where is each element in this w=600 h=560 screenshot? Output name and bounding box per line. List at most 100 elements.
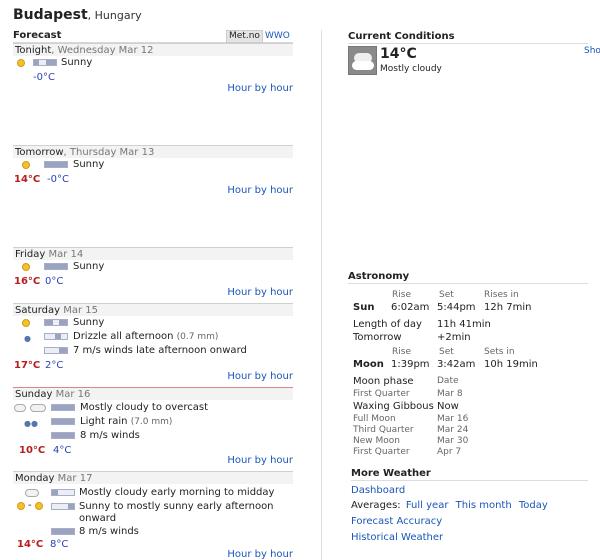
day-date: , Thursday Mar 13 — [63, 147, 155, 158]
set-col-header: Set — [439, 290, 454, 300]
length-of-day-value: 11h 41min — [437, 319, 491, 330]
hour-by-hour-link[interactable]: Hour by hour — [227, 83, 293, 94]
sky-bar — [33, 59, 57, 66]
wind-bar — [51, 432, 75, 439]
sun-icon — [22, 319, 30, 327]
day-name: Sunday — [15, 389, 53, 400]
divider — [351, 480, 588, 481]
day-name: Monday — [15, 473, 55, 484]
hour-by-hour-link[interactable]: Hour by hour — [227, 371, 293, 382]
sets-in-col-header: Sets in — [484, 347, 515, 357]
moon-rise: 1:39pm — [391, 359, 430, 370]
day-header: Saturday Mar 15 — [13, 303, 293, 316]
current-phase-date: Now — [437, 401, 459, 412]
divider — [348, 283, 588, 284]
day-date: , Wednesday Mar 12 — [51, 45, 154, 56]
forecast-accuracy-link[interactable]: Forecast Accuracy — [351, 516, 442, 527]
cloud-icon — [25, 489, 39, 497]
raindrops-icon: ●● — [24, 419, 38, 428]
low-temp: 0°C — [45, 276, 64, 287]
current-temp: 14°C — [380, 46, 417, 62]
phase-date: Mar 8 — [437, 389, 463, 399]
moon-set-col-header: Set — [439, 347, 454, 357]
rain-bar — [44, 333, 68, 340]
rise-col-header: Rise — [392, 290, 411, 300]
condition-text: Sunny — [73, 159, 105, 170]
sun-bar — [51, 503, 75, 510]
column-divider — [321, 30, 322, 560]
forecast-day-friday: Friday Mar 14 Sunny 16°C 0°C Hour by hou… — [13, 247, 293, 302]
current-phase-name: Waxing Gibbous — [353, 401, 434, 412]
hour-by-hour-link[interactable]: Hour by hour — [227, 549, 293, 560]
condition-text-3: onward — [79, 513, 117, 524]
sun-label: Sun — [353, 302, 375, 313]
hour-by-hour-link[interactable]: Hour by hour — [227, 185, 293, 196]
dash-glyph: - — [28, 500, 32, 511]
more-weather-heading: More Weather — [351, 468, 431, 479]
forecast-day-saturday: Saturday Mar 15 Sunny ● Drizzle all afte… — [13, 303, 293, 387]
moon-phase-label: Moon phase — [353, 376, 414, 387]
day-date: Mar 16 — [52, 389, 91, 400]
city-name: Budapest — [13, 7, 88, 23]
high-temp: 14°C — [17, 539, 44, 550]
day-header: Tonight, Wednesday Mar 12 — [13, 43, 293, 56]
day-header: Sunday Mar 16 — [13, 387, 293, 400]
historical-weather-link[interactable]: Historical Weather — [351, 532, 443, 543]
hour-by-hour-link[interactable]: Hour by hour — [227, 455, 293, 466]
low-temp: 4°C — [53, 445, 72, 456]
day-header: Monday Mar 17 — [13, 471, 293, 484]
sun-icon — [17, 502, 25, 510]
moon-rise-col-header: Rise — [392, 347, 411, 357]
partly-sunny-icon — [35, 502, 43, 510]
forecast-day-tomorrow: Tomorrow, Thursday Mar 13 Sunny 14°C -0°… — [13, 145, 293, 245]
rain-label: Drizzle all afternoon — [73, 331, 174, 342]
phase-date: Mar 24 — [437, 425, 469, 435]
high-temp: 10°C — [19, 445, 46, 456]
page-title: Budapest, Hungary — [13, 7, 142, 23]
sun-icon — [22, 263, 30, 271]
today-link[interactable]: Today — [519, 500, 548, 511]
tomorrow-value: +2min — [437, 332, 471, 343]
phase-name: Third Quarter — [353, 425, 414, 435]
day-date: Mar 15 — [60, 305, 99, 316]
condition-text: Sunny — [73, 317, 105, 328]
source-tab-wwo[interactable]: WWO — [265, 30, 290, 43]
rain-amount: (7.0 mm) — [130, 417, 173, 427]
averages-row: Averages: Full year This month Today — [351, 500, 548, 511]
phase-name: New Moon — [353, 436, 400, 446]
day-header: Friday Mar 14 — [13, 247, 293, 260]
forecast-header: Forecast Met.no WWO — [13, 30, 293, 43]
condition-text: Sunny — [61, 57, 93, 68]
sky-bar — [44, 263, 68, 270]
country-name: , Hungary — [87, 9, 142, 22]
phase-name: Full Moon — [353, 414, 396, 424]
rises-in-col-header: Rises in — [484, 290, 519, 300]
rain-text: Drizzle all afternoon (0.7 mm) — [73, 331, 218, 342]
show-link[interactable]: Sho — [584, 46, 600, 56]
day-name: Saturday — [15, 305, 61, 316]
rain-bar — [51, 418, 75, 425]
hour-by-hour-link[interactable]: Hour by hour — [227, 287, 293, 298]
sky-bar — [44, 319, 68, 326]
wind-bar — [44, 347, 68, 354]
sun-icon — [17, 59, 25, 67]
wind-text: 8 m/s winds — [80, 430, 140, 441]
day-date: Mar 17 — [54, 473, 93, 484]
high-temp: 17°C — [14, 360, 41, 371]
low-temp: -0°C — [47, 174, 69, 185]
condition-text: Mostly cloudy early morning to midday — [79, 487, 275, 498]
condition-text-2: Sunny to mostly sunny early afternoon — [79, 501, 274, 512]
sun-set: 5:44pm — [437, 302, 476, 313]
high-temp: 14°C — [14, 174, 41, 185]
source-tab-metno[interactable]: Met.no — [226, 30, 263, 43]
low-temp: 2°C — [45, 360, 64, 371]
dashboard-link[interactable]: Dashboard — [351, 485, 405, 496]
phase-name: First Quarter — [353, 447, 410, 457]
day-name: Friday — [15, 249, 46, 260]
this-month-link[interactable]: This month — [456, 500, 512, 511]
full-year-link[interactable]: Full year — [406, 500, 449, 511]
rain-text: Light rain (7.0 mm) — [80, 416, 172, 427]
day-header: Tomorrow, Thursday Mar 13 — [13, 145, 293, 158]
day-name: Tomorrow — [15, 147, 64, 158]
partly-cloudy-icon — [14, 404, 26, 412]
